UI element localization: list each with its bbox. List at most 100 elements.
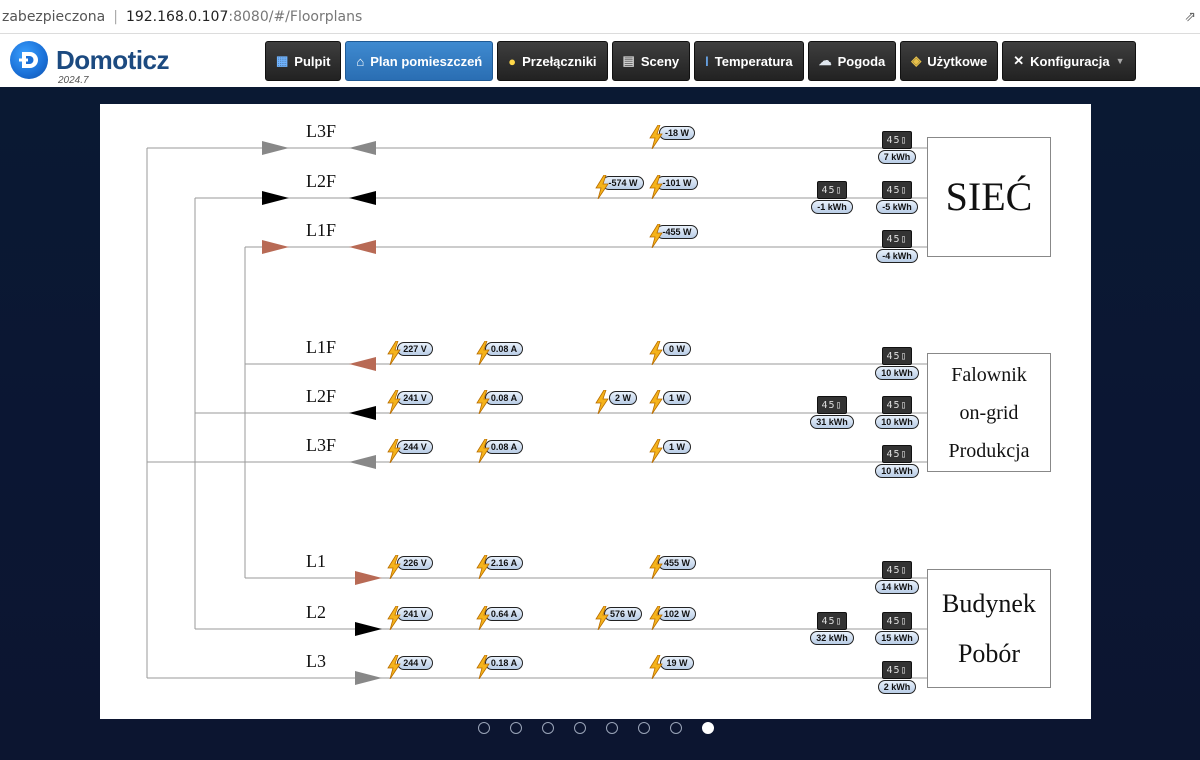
- dashboard-icon: ▦: [276, 53, 289, 68]
- power-sensor-device[interactable]: 244 V: [385, 655, 445, 679]
- power-sensor-device[interactable]: 1 W: [647, 390, 707, 414]
- group-box-text: Pobór: [957, 638, 1021, 668]
- power-sensor-device[interactable]: 0 W: [647, 341, 707, 365]
- nav-pogoda[interactable]: ☁ Pogoda: [807, 41, 897, 81]
- domoticz-logo[interactable]: Domoticz 2024.7: [10, 41, 170, 86]
- power-sensor-device[interactable]: 1 W: [647, 439, 707, 463]
- power-sensor-device[interactable]: 241 V: [385, 390, 445, 414]
- reading-value: 32 kWh: [810, 631, 854, 645]
- power-sensor-device[interactable]: 19 W: [647, 655, 707, 679]
- energy-meter-device[interactable]: 45▯ 10 kWh: [867, 347, 927, 380]
- lightning-icon: [476, 341, 490, 365]
- app-version: 2024.7: [58, 75, 89, 86]
- main-nav: ▦ Pulpit ⌂ Plan pomieszczeń ● Przełączni…: [265, 41, 1136, 81]
- reading-value: 14 kWh: [875, 580, 919, 594]
- energy-meter-device[interactable]: 45▯ 2 kWh: [867, 661, 927, 694]
- app-header: Domoticz 2024.7 ▦ Pulpit ⌂ Plan pomieszc…: [0, 34, 1200, 87]
- nav-uzytkowe[interactable]: ◈ Użytkowe: [900, 41, 999, 81]
- power-sensor-device[interactable]: 576 W: [593, 606, 653, 630]
- phase-arrow: [355, 671, 382, 685]
- pager-dot[interactable]: [702, 722, 714, 734]
- power-sensor-device[interactable]: 241 V: [385, 606, 445, 630]
- kwh-meter-icon: 45▯: [817, 181, 847, 199]
- lightning-icon: [476, 555, 490, 579]
- energy-meter-device[interactable]: 45▯ 32 kWh: [802, 612, 862, 645]
- logo-icon: [10, 41, 48, 79]
- power-sensor-device[interactable]: 102 W: [647, 606, 707, 630]
- group-box-text: Falownik: [951, 363, 1027, 386]
- energy-meter-device[interactable]: 45▯ 14 kWh: [867, 561, 927, 594]
- nav-konfiguracja[interactable]: ✕ Konfiguracja ▼: [1002, 41, 1136, 81]
- power-sensor-device[interactable]: 244 V: [385, 439, 445, 463]
- power-sensor-device[interactable]: 227 V: [385, 341, 445, 365]
- kwh-meter-icon: 45▯: [817, 612, 847, 630]
- energy-meter-device[interactable]: 45▯ 15 kWh: [867, 612, 927, 645]
- weather-icon: ☁: [818, 53, 832, 68]
- pager-dot[interactable]: [542, 722, 554, 734]
- power-sensor-device[interactable]: 0.64 A: [474, 606, 534, 630]
- phase-arrow: [262, 240, 289, 254]
- reading-value: 31 kWh: [810, 415, 854, 429]
- security-label: zabezpieczona: [2, 8, 106, 25]
- lightning-icon: [476, 655, 490, 679]
- power-sensor-device[interactable]: -101 W: [647, 175, 707, 199]
- energy-meter-device[interactable]: 45▯ 31 kWh: [802, 396, 862, 429]
- pager-dot[interactable]: [606, 722, 618, 734]
- lightning-icon: [595, 606, 609, 630]
- reading-value: 10 kWh: [875, 415, 919, 429]
- nav-przelaczniki[interactable]: ● Przełączniki: [497, 41, 608, 81]
- phase-arrow: [349, 191, 376, 205]
- reading-value: 1 W: [662, 440, 691, 454]
- lightning-icon: [387, 655, 401, 679]
- pager-dot[interactable]: [478, 722, 490, 734]
- pager-dot[interactable]: [574, 722, 586, 734]
- phase-label: L2F: [306, 171, 337, 191]
- lightning-icon: [476, 439, 490, 463]
- phase-arrow: [262, 191, 289, 205]
- phase-arrow: [262, 141, 289, 155]
- energy-meter-device[interactable]: 45▯ -1 kWh: [802, 181, 862, 214]
- nav-sceny[interactable]: ▤ Sceny: [611, 41, 691, 81]
- reading-value: 2 W: [608, 391, 637, 405]
- phase-arrow: [355, 622, 382, 636]
- pager-dot[interactable]: [510, 722, 522, 734]
- energy-meter-device[interactable]: 45▯ -4 kWh: [867, 230, 927, 263]
- group-box-falownik: Falownik on-grid Produkcja: [927, 353, 1051, 472]
- floorplan-icon: ⌂: [356, 53, 365, 69]
- floorplan-canvas: L3F -18 W 45▯ 7 kWh L2F -574 W -101 W 45▯ -1 kWh…: [100, 104, 1091, 719]
- reading-value: 2 kWh: [877, 680, 917, 694]
- nav-plan-pomieszczen[interactable]: ⌂ Plan pomieszczeń: [345, 41, 494, 81]
- lightbulb-icon: ●: [508, 53, 517, 69]
- power-sensor-device[interactable]: 0.18 A: [474, 655, 534, 679]
- phase-label: L2: [306, 602, 326, 622]
- power-sensor-device[interactable]: 2.16 A: [474, 555, 534, 579]
- url-host: 192.168.0.107: [125, 8, 229, 25]
- kwh-meter-icon: 45▯: [882, 230, 912, 248]
- reading-value: 1 W: [662, 391, 691, 405]
- power-sensor-device[interactable]: -574 W: [593, 175, 653, 199]
- power-sensor-device[interactable]: -18 W: [647, 125, 707, 149]
- share-icon[interactable]: ⇗: [1184, 9, 1196, 25]
- energy-meter-device[interactable]: 45▯ 7 kWh: [867, 131, 927, 164]
- power-sensor-device[interactable]: 0.08 A: [474, 341, 534, 365]
- phase-label: L2F: [306, 386, 337, 406]
- energy-meter-device[interactable]: 45▯ 10 kWh: [867, 396, 927, 429]
- group-box-text: on-grid: [959, 401, 1019, 424]
- power-sensor-device[interactable]: 2 W: [593, 390, 653, 414]
- power-sensor-device[interactable]: 455 W: [647, 555, 707, 579]
- power-sensor-device[interactable]: 0.08 A: [474, 390, 534, 414]
- url-path: :8080/#/Floorplans: [228, 8, 363, 25]
- power-sensor-device[interactable]: 226 V: [385, 555, 445, 579]
- kwh-meter-icon: 45▯: [817, 396, 847, 414]
- nav-pulpit[interactable]: ▦ Pulpit: [265, 41, 342, 81]
- power-sensor-device[interactable]: -455 W: [647, 224, 707, 248]
- pager-dot[interactable]: [670, 722, 682, 734]
- reading-value: 0 W: [662, 342, 691, 356]
- energy-meter-device[interactable]: 45▯ 10 kWh: [867, 445, 927, 478]
- energy-meter-device[interactable]: 45▯ -5 kWh: [867, 181, 927, 214]
- nav-temperatura[interactable]: ǀ Temperatura: [694, 41, 804, 81]
- pager-dot[interactable]: [638, 722, 650, 734]
- power-sensor-device[interactable]: 0.08 A: [474, 439, 534, 463]
- group-box-sieć: SIEĆ: [927, 137, 1051, 257]
- browser-address-bar[interactable]: zabezpieczona | 192.168.0.107 :8080/#/Fl…: [0, 0, 1200, 34]
